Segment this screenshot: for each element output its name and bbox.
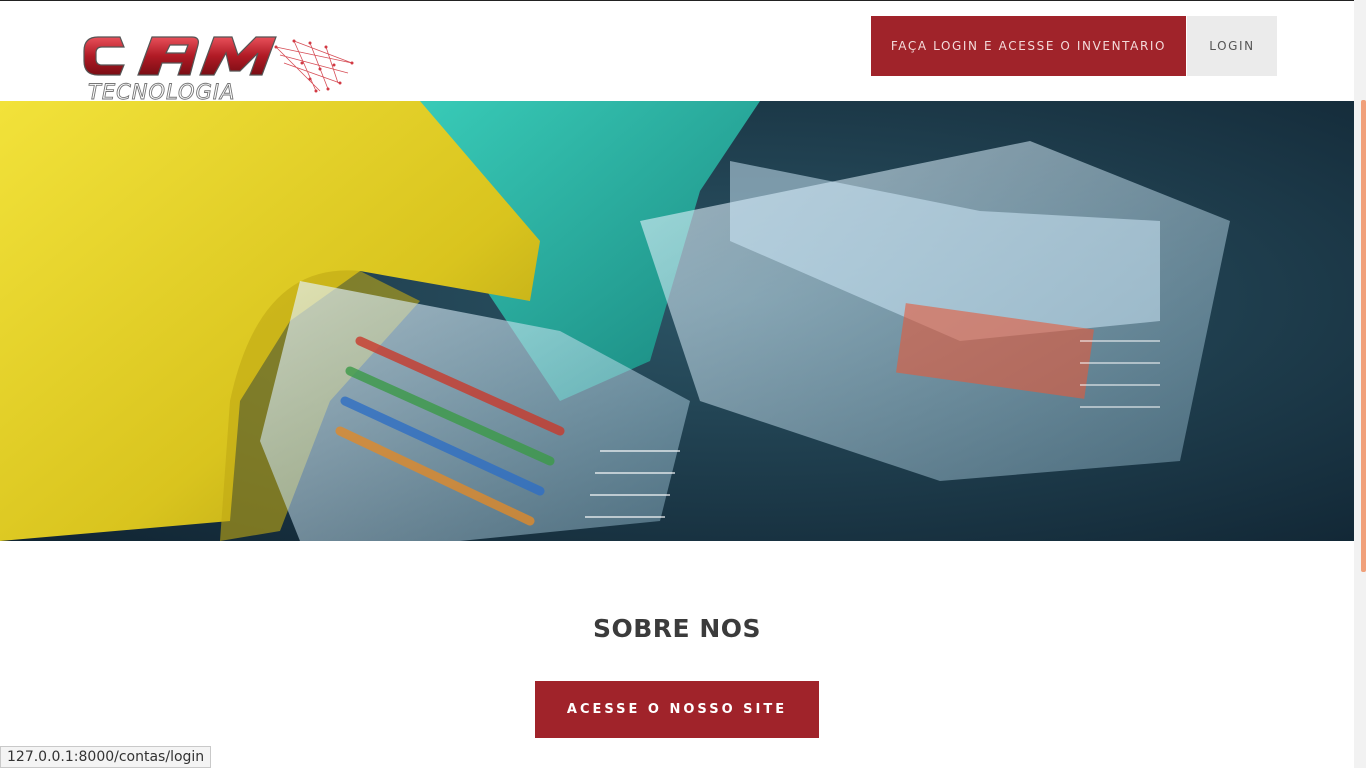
status-bar-url: 127.0.0.1:8000/contas/login	[0, 746, 212, 768]
brand-logo[interactable]: TECNOLOGIA	[80, 33, 360, 104]
hero-banner-image	[0, 101, 1354, 541]
login-button[interactable]: LOGIN	[1187, 16, 1277, 76]
page-scrollbar[interactable]	[1354, 0, 1366, 768]
scrollbar-thumb[interactable]	[1361, 100, 1366, 572]
inventory-login-button[interactable]: FAÇA LOGIN E ACESSE O INVENTARIO	[871, 16, 1186, 76]
svg-text:TECNOLOGIA: TECNOLOGIA	[88, 80, 235, 103]
visit-site-button[interactable]: ACESSE O NOSSO SITE	[535, 681, 819, 738]
about-title: SOBRE NOS	[592, 614, 762, 643]
cam-tecnologia-logo: TECNOLOGIA	[83, 36, 354, 104]
site-header: TECNOLOGIA FAÇA LOGIN E ACESSE O INVENTA…	[0, 1, 1354, 104]
ethernet-cables-image	[0, 101, 1354, 541]
